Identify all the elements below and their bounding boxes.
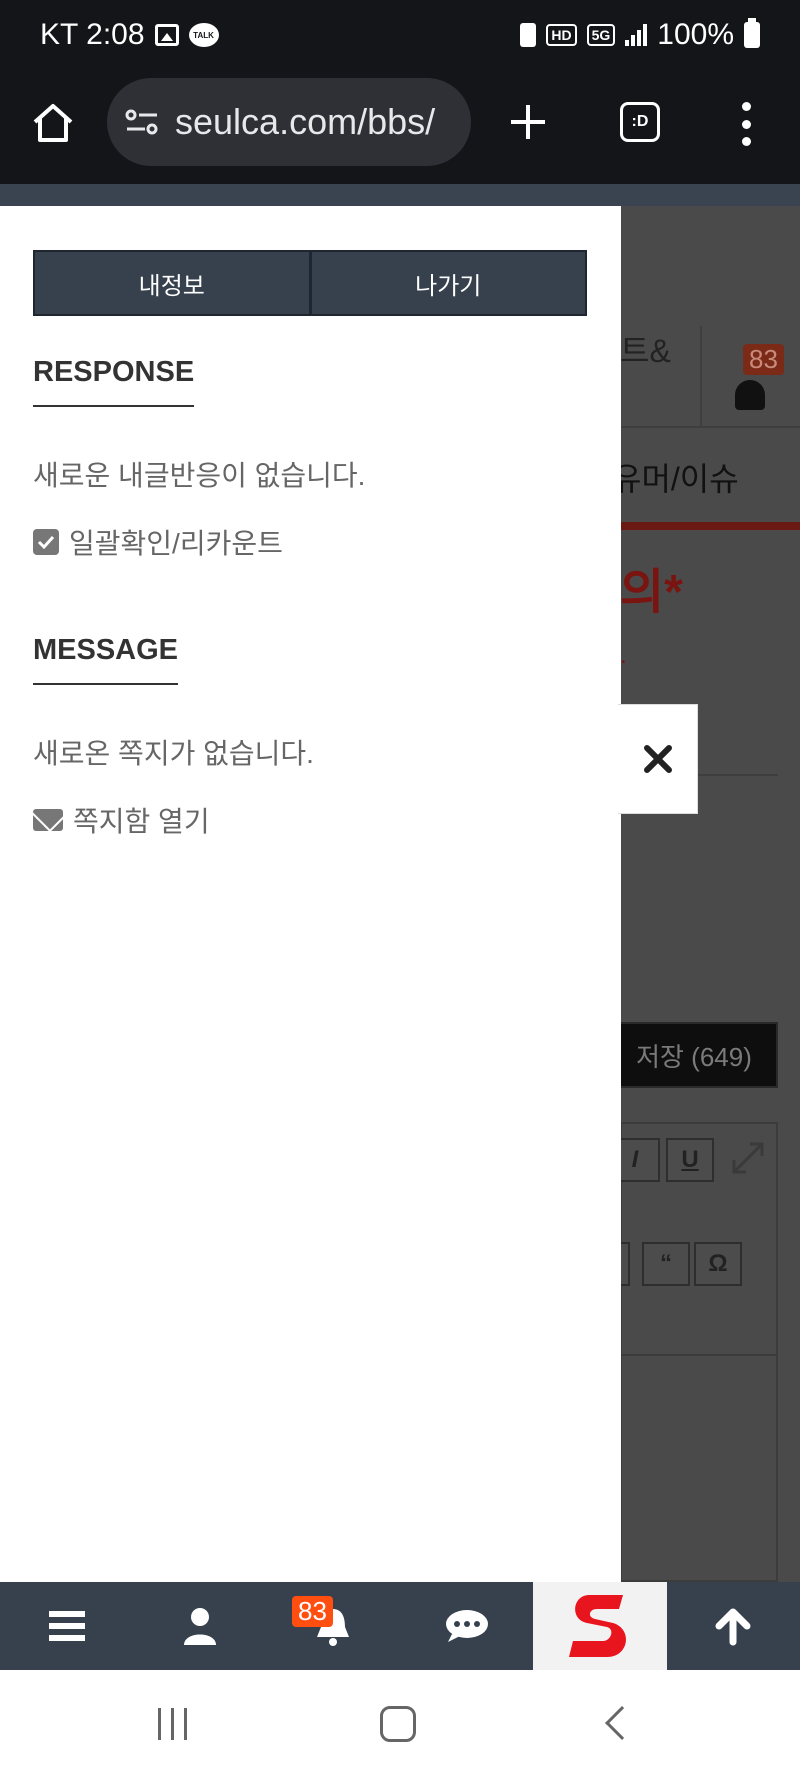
background-quote-button: “ (642, 1242, 690, 1286)
profile-button[interactable] (133, 1582, 266, 1670)
hd-icon: HD (546, 24, 577, 46)
background-save-button: 저장 (649) (610, 1022, 778, 1088)
close-icon (643, 745, 672, 773)
arrow-up-icon (715, 1608, 751, 1646)
status-bar: KT 2:08 TALK HD 5G 100% (0, 0, 800, 76)
background-divider (700, 326, 702, 426)
side-drawer: 내정보 나가기 RESPONSE 새로운 내글반응이 없습니다. 일괄확인/리카… (0, 206, 621, 1582)
open-mailbox-link[interactable]: 쪽지함 열기 (33, 800, 210, 840)
browser-toolbar: seulca.com/bbs/ :D (0, 76, 800, 184)
new-tab-icon[interactable] (508, 102, 548, 142)
menu-button[interactable] (0, 1582, 133, 1670)
background-bell-icon (735, 380, 765, 410)
status-right: HD 5G 100% (520, 18, 760, 52)
background-nav-item: 트& (620, 333, 671, 369)
system-home-icon[interactable] (380, 1706, 416, 1742)
logout-button[interactable]: 나가기 (308, 252, 585, 314)
response-empty-text: 새로운 내글반응이 없습니다. (33, 460, 366, 491)
bottom-app-bar: 83 (0, 1582, 800, 1670)
recount-link[interactable]: 일괄확인/리카운트 (33, 522, 283, 562)
status-left: KT 2:08 TALK (40, 18, 219, 52)
background-underline-button: U (666, 1138, 714, 1182)
network-5g-icon: 5G (586, 24, 616, 46)
drawer-button-group: 내정보 나가기 (33, 250, 587, 316)
tab-switcher-button[interactable]: :D (620, 102, 660, 142)
checkbox-icon (33, 529, 59, 555)
close-drawer-button[interactable] (618, 704, 698, 814)
chat-icon (445, 1610, 488, 1642)
background-title: 의* (620, 566, 683, 619)
background-omega-button: Ω (694, 1242, 742, 1286)
message-empty-text: 새로온 쪽지가 없습니다. (33, 738, 314, 769)
kakaotalk-icon: TALK (188, 23, 219, 47)
recent-apps-icon[interactable] (158, 1708, 187, 1740)
message-title: MESSAGE (33, 634, 179, 685)
image-notification-icon (154, 24, 179, 46)
background-divider (620, 426, 800, 428)
scroll-top-button[interactable] (667, 1582, 800, 1670)
background-expand-icon (732, 1142, 764, 1174)
background-editor (620, 1122, 778, 1582)
home-icon[interactable] (30, 100, 76, 146)
battery-icon (744, 18, 760, 48)
hamburger-icon (48, 1611, 85, 1641)
chat-button[interactable] (400, 1582, 533, 1670)
url-bar[interactable]: seulca.com/bbs/ (107, 78, 471, 166)
background-red-dot: . (620, 642, 627, 669)
carrier-time: KT 2:08 (40, 18, 145, 51)
user-icon (183, 1608, 216, 1645)
open-mailbox-label[interactable]: 쪽지함 열기 (73, 800, 210, 840)
site-logo-icon (568, 1595, 626, 1657)
response-title: RESPONSE (33, 356, 195, 407)
nfc-icon (520, 23, 537, 47)
my-info-button[interactable]: 내정보 (35, 252, 309, 314)
notifications-button[interactable] (267, 1582, 400, 1670)
background-nav-humor: 유머/이슈 (612, 461, 739, 497)
recount-link-label[interactable]: 일괄확인/리카운트 (69, 522, 283, 562)
envelope-icon (33, 809, 63, 831)
background-notification-badge: 83 (743, 344, 784, 375)
background-divider (620, 1354, 778, 1356)
background-header-band (0, 184, 800, 206)
back-icon[interactable] (605, 1706, 639, 1740)
site-logo-button[interactable] (533, 1582, 667, 1670)
system-nav-bar (0, 1670, 800, 1778)
url-text[interactable]: seulca.com/bbs/ (175, 101, 435, 143)
site-settings-icon[interactable] (125, 107, 159, 137)
signal-icon (625, 24, 648, 46)
notification-badge: 83 (292, 1596, 333, 1627)
background-red-bar (620, 522, 800, 530)
browser-menu-icon[interactable] (736, 102, 756, 146)
battery-percent: 100% (657, 18, 734, 51)
